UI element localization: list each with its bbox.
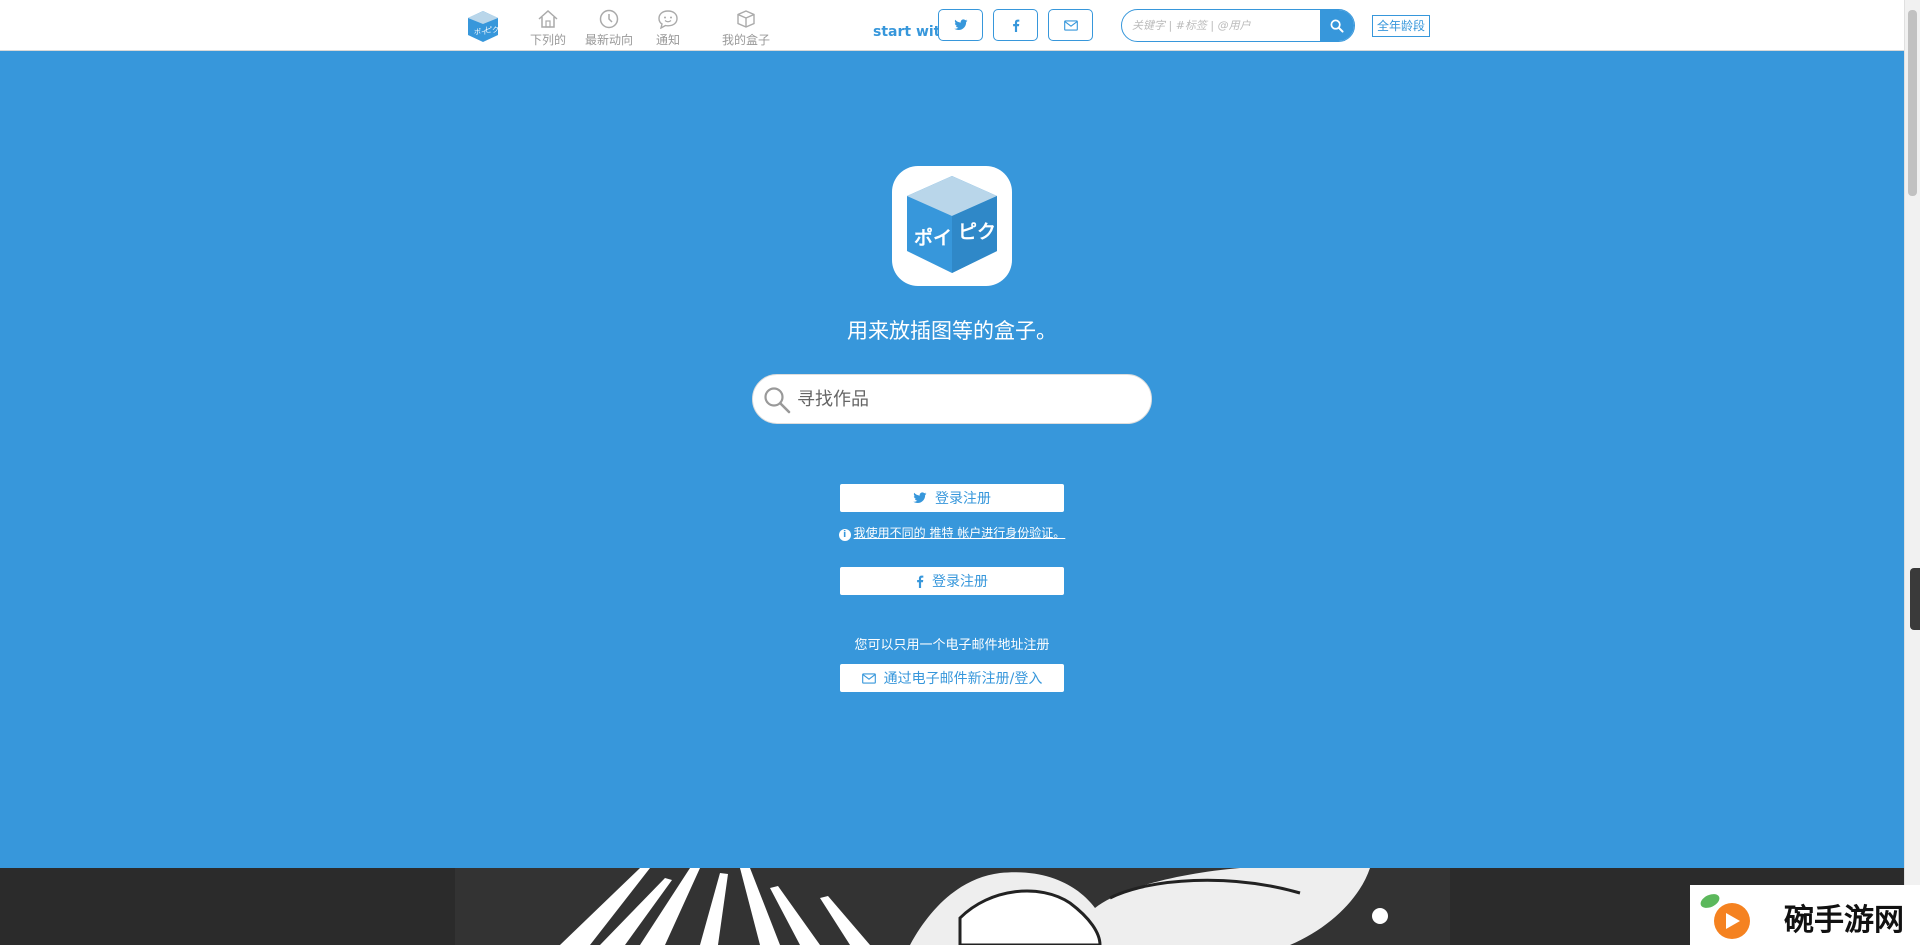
nav-my-box[interactable]: 我的盒子 [718, 9, 774, 49]
facebook-button[interactable] [993, 9, 1038, 41]
facebook-icon [1012, 19, 1019, 32]
svg-text:ポイ: ポイ [914, 226, 952, 249]
header-search-button[interactable] [1320, 10, 1354, 41]
email-login-button[interactable]: 通过电子邮件新注册/登入 [840, 664, 1064, 692]
nav-home-label: 下列的 [529, 33, 566, 47]
header-search-input[interactable] [1122, 10, 1322, 41]
footer-illustration [0, 868, 1904, 945]
twitter-alt-account-link[interactable]: i 我使用不同的 推特 帐户进行身份验证。 [0, 524, 1904, 541]
nav-latest[interactable]: 最新动向 [582, 9, 636, 49]
top-header: ポイ ピク 下列的 最新动向 通知 我的盒子 start with 全年龄段 [0, 0, 1904, 51]
watermark: 碗手游网 [1690, 885, 1920, 945]
app-logo: ポイ ピク [892, 166, 1012, 286]
chat-icon [658, 10, 678, 29]
facebook-login-label: 登录注册 [932, 574, 988, 590]
watermark-logo [1700, 894, 1750, 939]
email-register-note: 您可以只用一个电子邮件地址注册 [854, 638, 1050, 653]
nav-home[interactable]: 下列的 [526, 9, 570, 49]
scrollbar-thumb[interactable] [1908, 10, 1917, 196]
info-icon: i [838, 529, 851, 541]
nav-latest-label: 最新动向 [584, 33, 633, 47]
home-icon [538, 9, 558, 28]
tagline: 用来放插图等的盒子。 [847, 319, 1057, 343]
manga-illustration [455, 868, 1450, 945]
search-icon [1330, 19, 1344, 33]
header-search [1121, 9, 1355, 42]
email-login-label: 通过电子邮件新注册/登入 [883, 671, 1043, 687]
twitter-alt-account-label: 我使用不同的 推特 帐户进行身份验证。 [853, 526, 1066, 540]
twitter-login-label: 登录注册 [935, 491, 991, 507]
facebook-icon [917, 575, 924, 588]
watermark-text: 碗手游网 [1784, 903, 1904, 938]
poipiku-logo-image: ポイ ピク [907, 176, 997, 273]
box-icon [737, 10, 755, 28]
work-search-input[interactable] [797, 375, 1137, 423]
side-panel-tab[interactable] [1910, 568, 1920, 630]
nav-my-box-label: 我的盒子 [721, 33, 770, 47]
facebook-login-button[interactable]: 登录注册 [840, 567, 1064, 595]
twitter-login-button[interactable]: 登录注册 [840, 484, 1064, 512]
search-icon [764, 387, 791, 414]
age-rating-badge[interactable]: 全年龄段 [1372, 15, 1431, 37]
work-search-box [752, 374, 1152, 424]
vertical-scrollbar[interactable] [1904, 0, 1920, 945]
twitter-button[interactable] [938, 9, 983, 41]
twitter-icon [913, 492, 927, 503]
mail-icon [1063, 19, 1078, 31]
twitter-icon [953, 19, 967, 30]
site-logo[interactable]: ポイ ピク [466, 9, 500, 43]
clock-icon [599, 9, 619, 29]
nav-notifications[interactable]: 通知 [650, 9, 686, 49]
mail-icon [861, 672, 876, 684]
nav-notifications-label: 通知 [655, 33, 680, 47]
email-button[interactable] [1048, 9, 1093, 41]
svg-text:ピク: ピク [958, 221, 996, 243]
svg-text:ピク: ピク [485, 26, 499, 34]
